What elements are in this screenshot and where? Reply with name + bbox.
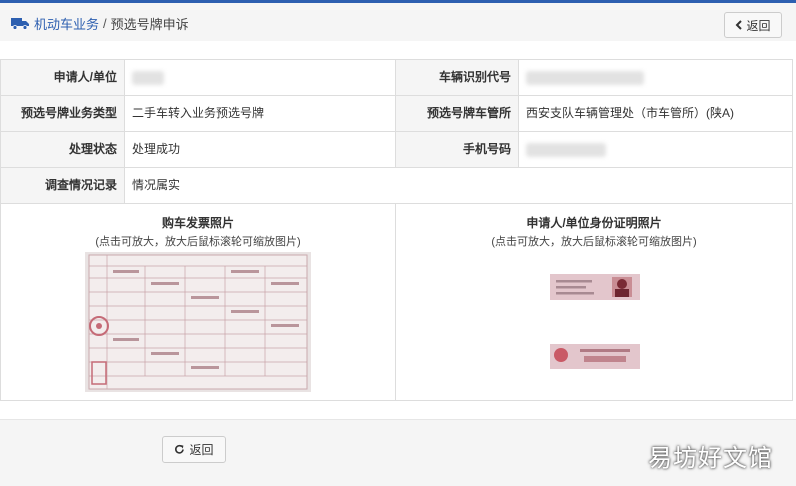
redacted-phone — [526, 142, 606, 157]
invoice-photo-column: 购车发票照片 (点击可放大，放大后鼠标滚轮可缩放图片) — [1, 204, 396, 400]
id-card-front-photo[interactable] — [550, 274, 640, 300]
investigation-label: 调查情况记录 — [1, 168, 125, 203]
page-header: 机动车业务 / 预选号牌申诉 返回 — [0, 3, 796, 41]
applicant-label: 申请人/单位 — [1, 60, 125, 95]
refresh-icon — [175, 444, 185, 454]
id-photo-title: 申请人/单位身份证明照片 — [526, 216, 662, 230]
breadcrumb: 机动车业务 / 预选号牌申诉 — [11, 14, 189, 33]
back-button-top-label: 返回 — [746, 18, 771, 33]
back-button-top[interactable]: 返回 — [724, 12, 782, 38]
phone-value — [519, 132, 792, 167]
table-row: 处理状态 处理成功 手机号码 — [1, 132, 792, 168]
vin-value — [519, 60, 792, 95]
table-row: 预选号牌业务类型 二手车转入业务预选号牌 预选号牌车管所 西安支队车辆管理处（市… — [1, 96, 792, 132]
breadcrumb-separator: / — [103, 15, 107, 31]
watermark: 易坊好文馆 — [648, 444, 773, 472]
truck-icon — [11, 17, 29, 30]
breadcrumb-current: 预选号牌申诉 — [110, 16, 189, 32]
phone-label: 手机号码 — [396, 132, 519, 167]
business-type-label: 预选号牌业务类型 — [1, 96, 125, 131]
id-card-back-photo[interactable] — [550, 344, 640, 369]
table-row: 调查情况记录 情况属实 — [1, 168, 792, 204]
redacted-applicant — [132, 70, 164, 85]
chevron-left-icon — [736, 20, 743, 30]
office-label: 预选号牌车管所 — [396, 96, 519, 131]
invoice-photo-title: 购车发票照片 — [161, 216, 234, 230]
back-button-bottom-label: 返回 — [189, 443, 214, 457]
investigation-value: 情况属实 — [132, 178, 181, 192]
id-photo-column: 申请人/单位身份证明照片 (点击可放大，放大后鼠标滚轮可缩放图片) — [396, 204, 792, 400]
redacted-vin — [526, 70, 644, 85]
appeal-detail-panel: 申请人/单位 车辆识别代号 预选号牌业务类型 二手车转入业务预选号牌 预选号牌车… — [0, 59, 793, 401]
breadcrumb-root-link[interactable]: 机动车业务 — [34, 14, 99, 33]
vin-label: 车辆识别代号 — [396, 60, 519, 95]
status-value: 处理成功 — [125, 132, 396, 167]
status-label: 处理状态 — [1, 132, 125, 167]
invoice-photo-hint: (点击可放大，放大后鼠标滚轮可缩放图片) — [95, 236, 301, 248]
id-photo-hint: (点击可放大，放大后鼠标滚轮可缩放图片) — [491, 236, 697, 248]
table-row: 申请人/单位 车辆识别代号 — [1, 60, 792, 96]
business-type-value: 二手车转入业务预选号牌 — [125, 96, 396, 131]
invoice-photo[interactable] — [85, 252, 311, 392]
office-value: 西安支队车辆管理处（市车管所）(陕A) — [526, 106, 734, 120]
back-button-bottom[interactable]: 返回 — [162, 436, 226, 463]
photo-section: 购车发票照片 (点击可放大，放大后鼠标滚轮可缩放图片) 申请人/单位身份证明照片… — [1, 204, 792, 400]
applicant-value — [125, 60, 396, 95]
